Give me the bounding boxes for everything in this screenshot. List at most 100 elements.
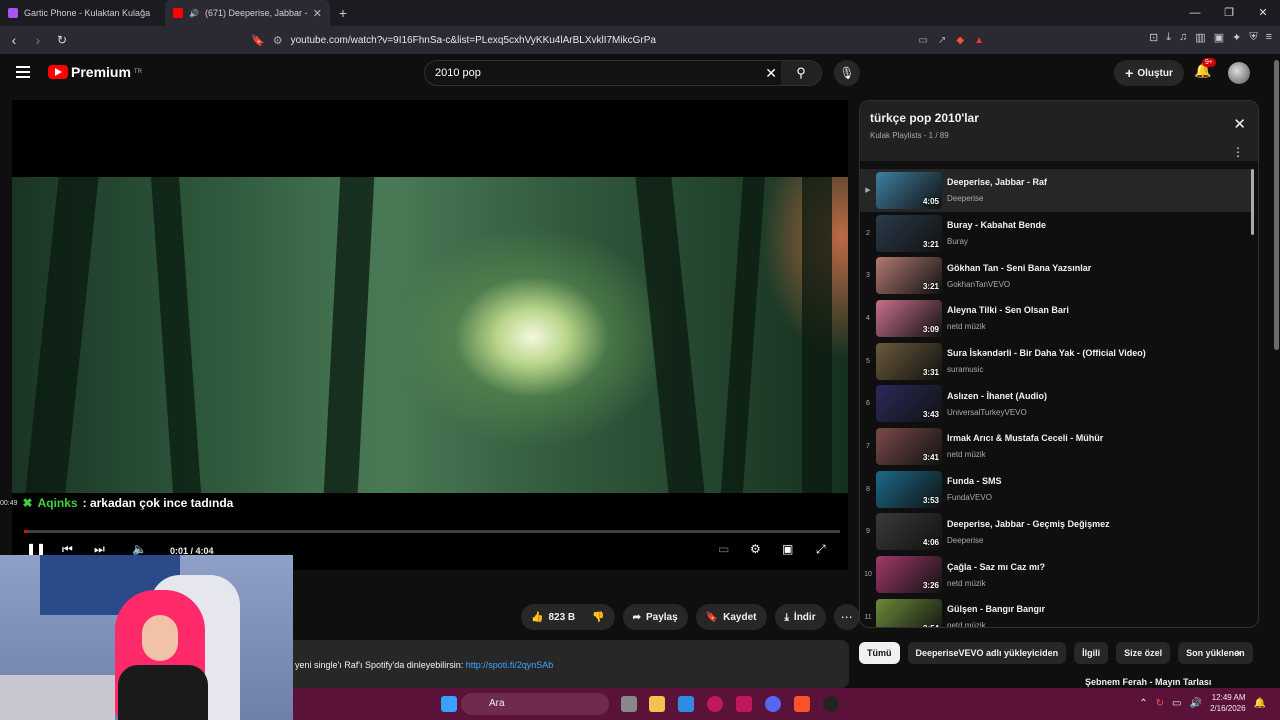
- windows-start-icon[interactable]: [441, 696, 457, 712]
- playlist-item[interactable]: 9 4:06 Deeperise, Jabbar - Geçmiş Değişmez…: [860, 511, 1252, 554]
- playlist-item-channel[interactable]: Deeperise: [947, 194, 1047, 203]
- brave-shield-icon[interactable]: ◆: [956, 35, 964, 46]
- vpn-icon[interactable]: ⛨: [1249, 31, 1257, 44]
- chevron-right-icon[interactable]: ›: [1236, 644, 1241, 660]
- address-bar[interactable]: 🔖 ⚙ youtube.com/watch?v=9I16FhnSa-c&list…: [245, 29, 990, 51]
- fullscreen-icon[interactable]: ⤢: [816, 542, 826, 557]
- close-playlist-icon[interactable]: ✕: [1233, 115, 1246, 133]
- playlist-item-title[interactable]: Aleyna Tilki - Sen Olsan Bari: [947, 305, 1069, 315]
- maximize-button[interactable]: ❐: [1212, 0, 1246, 26]
- avatar[interactable]: [1228, 62, 1250, 84]
- playlist-item[interactable]: 7 3:41 Irmak Arıcı & Mustafa Ceceli - Mühü…: [860, 425, 1252, 468]
- video-thumbnail[interactable]: 3:54: [876, 598, 942, 627]
- app-icon[interactable]: [736, 696, 752, 712]
- filter-chip[interactable]: DeeperiseVEVO adlı yükleyiciden: [907, 642, 1067, 664]
- brave-rewards-icon[interactable]: ▲: [974, 35, 984, 46]
- playlist-item-channel[interactable]: Deeperise: [947, 536, 1110, 545]
- video-thumbnail[interactable]: 3:53: [876, 470, 942, 508]
- create-button[interactable]: + Oluştur: [1114, 60, 1184, 86]
- cast-icon[interactable]: ▭: [919, 35, 928, 46]
- playlist-item-title[interactable]: Irmak Arıcı & Mustafa Ceceli - Mühür: [947, 433, 1103, 443]
- playlist-item[interactable]: 6 3:43 Aslızen - İhanet (Audio) UniversalTu…: [860, 382, 1252, 425]
- playlist-item[interactable]: 10 3:26 Çağla - Saz mı Caz mı? netd müzik: [860, 553, 1252, 596]
- save-button[interactable]: 🔖 Kaydet: [695, 604, 767, 630]
- search-input[interactable]: 2010 pop ✕ ⚲: [424, 60, 822, 86]
- playlist-item-title[interactable]: Çağla - Saz mı Caz mı?: [947, 562, 1045, 572]
- video-thumbnail[interactable]: 3:26: [876, 556, 942, 594]
- download-icon[interactable]: ⤓: [1166, 31, 1171, 44]
- filter-chip[interactable]: İlgili: [1074, 642, 1109, 664]
- playlist-item-title[interactable]: Gökhan Tan - Seni Bana Yazsınlar: [947, 263, 1091, 273]
- playlist-item[interactable]: 11 3:54 Gülşen - Bangır Bangır netd müzik: [860, 596, 1252, 627]
- url-text[interactable]: youtube.com/watch?v=9I16FhnSa-c&list=PLe…: [291, 35, 656, 46]
- file-explorer-icon[interactable]: [649, 696, 665, 712]
- download-button[interactable]: ⤓ İndir: [774, 604, 826, 630]
- extensions-icon[interactable]: ✦: [1232, 31, 1241, 44]
- close-tab-icon[interactable]: ✕: [313, 7, 322, 20]
- menu-icon[interactable]: ≡: [1266, 31, 1272, 44]
- video-frame[interactable]: [12, 177, 848, 493]
- hamburger-menu-icon[interactable]: [16, 66, 30, 78]
- page-scrollbar[interactable]: [1274, 60, 1279, 350]
- tab-gartic[interactable]: Gartic Phone - Kulaktan Kulağa: [0, 0, 165, 26]
- search-button[interactable]: ⚲: [781, 61, 821, 85]
- clock[interactable]: 12:49 AM 2/16/2026: [1210, 692, 1246, 714]
- settings-icon[interactable]: ⚙: [750, 542, 761, 556]
- video-thumbnail[interactable]: 3:21: [876, 214, 942, 252]
- sidebar-icon[interactable]: ▥: [1195, 31, 1205, 44]
- video-thumbnail[interactable]: 4:05: [876, 171, 942, 209]
- filter-chip[interactable]: Tümü: [859, 642, 900, 664]
- playlist-item[interactable]: 4 3:09 Aleyna Tilki - Sen Olsan Bari netd m…: [860, 297, 1252, 340]
- playlist-item[interactable]: 5 3:31 Sura İskəndərli - Bir Daha Yak - (O…: [860, 340, 1252, 383]
- playlist-item[interactable]: ▶ 4:05 Deeperise, Jabbar - Raf Deeperise: [860, 169, 1252, 212]
- playlist-title[interactable]: türkçe pop 2010'lar: [870, 111, 1248, 125]
- playlist-item-title[interactable]: Gülşen - Bangır Bangır: [947, 604, 1045, 614]
- clear-search-icon[interactable]: ✕: [765, 65, 777, 82]
- thumbs-down-icon[interactable]: 👎: [592, 612, 604, 623]
- playlist-item[interactable]: 2 3:21 Buray - Kabahat Bende Buray: [860, 212, 1252, 255]
- media-icon[interactable]: ♫: [1179, 31, 1187, 44]
- like-button[interactable]: 👍 823 B 👎: [521, 604, 615, 630]
- playlist-item-title[interactable]: Sura İskəndərli - Bir Daha Yak - (Offici…: [947, 348, 1146, 358]
- tab-youtube[interactable]: 🔊 (671) Deeperise, Jabbar - Raf ✕: [165, 0, 330, 26]
- site-info-icon[interactable]: ⚙: [273, 34, 283, 47]
- playlist-menu-icon[interactable]: ⋮: [1232, 145, 1244, 159]
- miniplayer-icon[interactable]: ▣: [782, 542, 793, 556]
- playlist-item-title[interactable]: Deeperise, Jabbar - Raf: [947, 177, 1047, 187]
- next-video-title[interactable]: Şebnem Ferah - Mayın Tarlası: [1085, 677, 1211, 687]
- playlist-item[interactable]: 3 3:21 Gökhan Tan - Seni Bana Yazsınlar Gok…: [860, 254, 1252, 297]
- youtube-premium-logo[interactable]: Premium TR: [48, 64, 142, 80]
- progress-bar[interactable]: [24, 530, 840, 533]
- task-view-icon[interactable]: [621, 696, 637, 712]
- video-thumbnail[interactable]: 3:21: [876, 257, 942, 295]
- playlist-scrollbar[interactable]: [1251, 169, 1254, 235]
- reload-button[interactable]: ↻: [52, 33, 72, 47]
- voice-search-icon[interactable]: 🎙: [834, 60, 860, 86]
- playlist-item-channel[interactable]: FundaVEVO: [947, 493, 1002, 502]
- video-thumbnail[interactable]: 3:31: [876, 342, 942, 380]
- video-thumbnail[interactable]: 3:09: [876, 299, 942, 337]
- obs-icon[interactable]: [823, 696, 839, 712]
- playlist-item-channel[interactable]: netd müzik: [947, 450, 1103, 459]
- video-thumbnail[interactable]: 3:41: [876, 427, 942, 465]
- playlist-item-channel[interactable]: netd müzik: [947, 621, 1045, 627]
- filter-chip[interactable]: Son yüklenen: [1178, 642, 1253, 664]
- wallet-icon[interactable]: ▣: [1214, 31, 1224, 44]
- close-window-button[interactable]: ✕: [1246, 0, 1280, 26]
- opera-icon[interactable]: [707, 696, 723, 712]
- playlist-item-title[interactable]: Deeperise, Jabbar - Geçmiş Değişmez: [947, 519, 1110, 529]
- more-actions-icon[interactable]: ⋯: [833, 604, 860, 630]
- bookmark-icon[interactable]: 🔖: [251, 34, 265, 47]
- sync-icon[interactable]: ↻: [1156, 698, 1164, 709]
- notification-icon[interactable]: 🔔: [1254, 698, 1266, 709]
- video-thumbnail[interactable]: 3:43: [876, 385, 942, 423]
- tray-chevron-icon[interactable]: ⌃: [1139, 698, 1147, 709]
- new-tab-button[interactable]: +: [330, 5, 356, 21]
- video-thumbnail[interactable]: 4:06: [876, 513, 942, 551]
- filter-chip[interactable]: Size özel: [1116, 642, 1171, 664]
- share-button[interactable]: ➦ Paylaş: [622, 604, 688, 630]
- spotify-link[interactable]: http://spoti.fi/2qynSAb: [466, 660, 554, 670]
- discord-icon[interactable]: [765, 696, 781, 712]
- playlist-item-channel[interactable]: netd müzik: [947, 579, 1045, 588]
- forward-button[interactable]: ›: [28, 32, 48, 48]
